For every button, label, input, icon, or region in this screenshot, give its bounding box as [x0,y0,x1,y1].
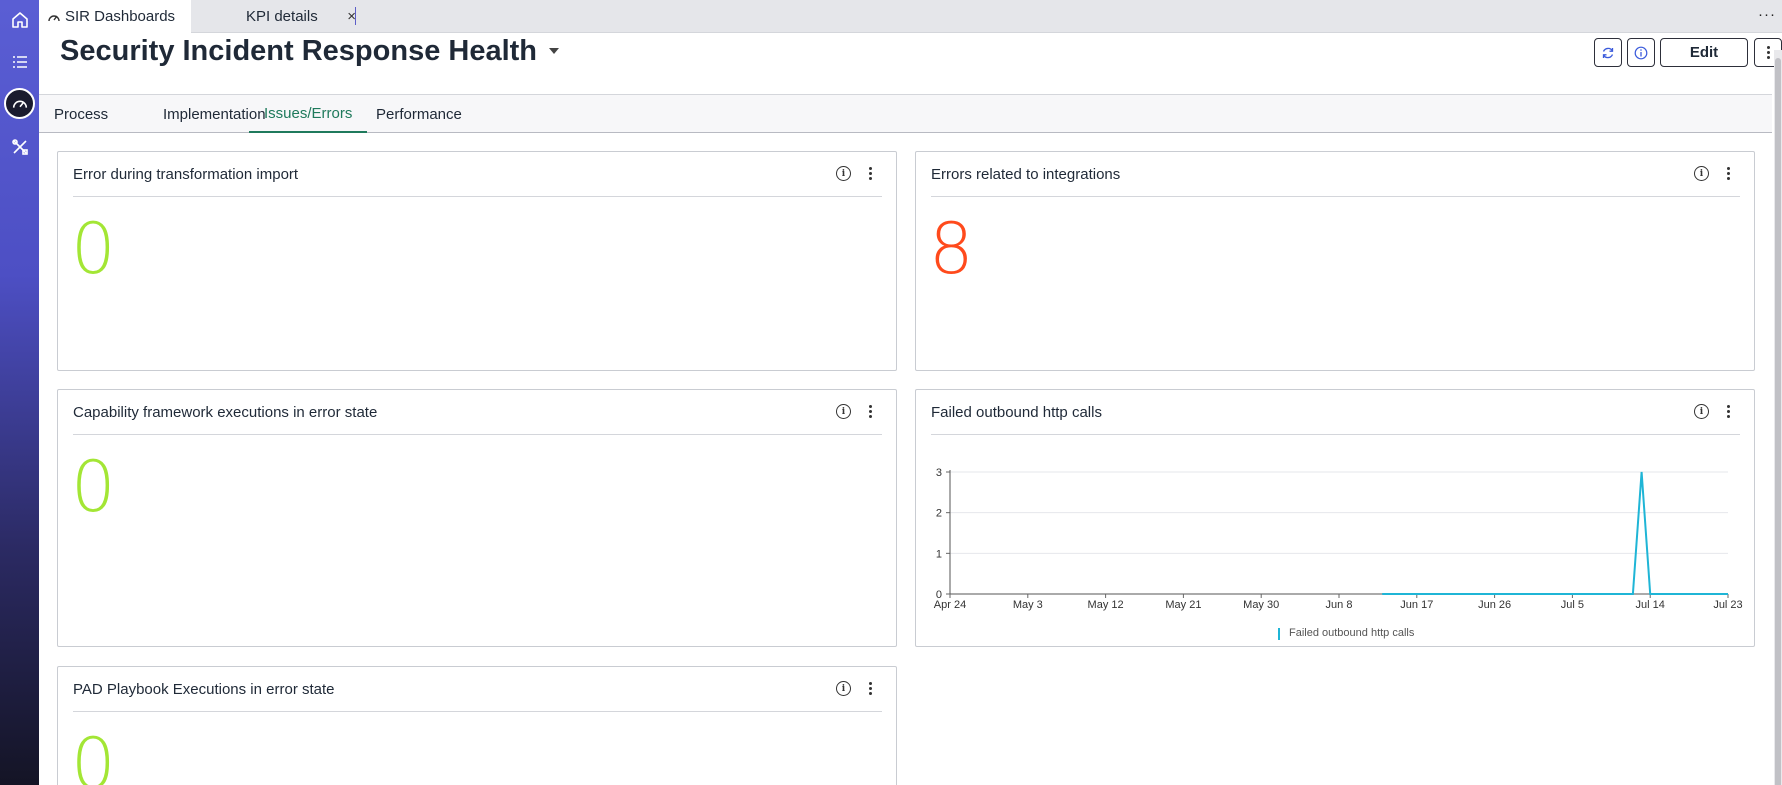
app-root: SIR Dashboards KPI details × ··· Securit… [0,0,1782,785]
info-icon [1634,46,1648,59]
dashboard-gauge-icon[interactable] [4,88,35,119]
x-tick-label: Jul 5 [1561,599,1584,611]
score-value[interactable]: 0 [71,729,116,785]
kebab-icon[interactable] [1721,166,1736,181]
kebab-icon[interactable] [1721,404,1736,419]
x-tick-label: Apr 24 [934,599,966,611]
info-icon[interactable]: i [1694,404,1709,419]
card-header: PAD Playbook Executions in error state i [73,667,882,712]
card-title: Capability framework executions in error… [73,403,378,421]
card-header: Capability framework executions in error… [73,390,882,435]
score-value[interactable]: 8 [929,214,974,284]
card-header: Errors related to integrations i [931,152,1740,197]
gauge-icon [48,14,60,21]
x-tick-label: Jun 17 [1400,599,1433,611]
refresh-button[interactable] [1594,38,1622,67]
tab-label: SIR Dashboards [65,8,176,25]
page-title[interactable]: Security Incident Response Health [60,33,560,69]
home-icon[interactable] [4,4,35,35]
info-icon[interactable]: i [836,166,851,181]
card-title: PAD Playbook Executions in error state [73,680,335,698]
x-tick-label: May 30 [1243,599,1279,611]
page-title-text: Security Incident Response Health [60,34,538,67]
dashboard-tabs: Process Implementation Issues/Errors Per… [39,95,1772,133]
left-nav-rail [0,0,39,785]
refresh-icon [1602,47,1614,58]
x-tick-label: Jun 8 [1326,599,1353,611]
card-header: Failed outbound http calls i [931,390,1740,435]
tab-kpi-details[interactable]: KPI details × [206,0,356,33]
kebab-icon[interactable] [863,166,878,181]
x-tick-label: May 12 [1088,599,1124,611]
browser-tab-bar: SIR Dashboards KPI details × ··· [39,0,1782,33]
kebab-icon[interactable] [863,681,878,696]
x-tick-label: May 21 [1165,599,1201,611]
line-chart[interactable]: 0123Apr 24 May 3 May 12 May 21 May 30 Jun 8 Ju… [926,442,1746,642]
legend-label: Failed outbound http calls [1289,627,1415,639]
tab-sir-dashboards[interactable]: SIR Dashboards [39,0,191,33]
tab-issues-errors[interactable]: Issues/Errors [249,95,368,133]
card-pad-playbook-errors: PAD Playbook Executions in error state i… [57,666,897,785]
tab-process[interactable]: Process [39,95,123,133]
card-failed-outbound-http-calls: Failed outbound http calls i 0 1 2 3 Apr 24 M… [915,389,1755,647]
y-tick-label: 1 [936,548,942,560]
card-title: Error during transformation import [73,165,299,183]
info-icon[interactable]: i [836,681,851,696]
score-value[interactable]: 0 [71,452,116,522]
x-tick-label: May 3 [1013,599,1043,611]
info-button[interactable] [1627,38,1655,67]
x-tick-label: Jun 26 [1478,599,1511,611]
scrollbar-thumb[interactable] [1775,58,1781,785]
tab-separator [355,7,356,25]
card-title: Errors related to integrations [931,165,1121,183]
tab-label: KPI details [246,8,318,25]
chart-container: 0 1 2 3 Apr 24 May 3 May 12 May 21 May 30 Jun 8 Ju… [926,442,1746,647]
more-menu-icon[interactable]: ··· [1758,6,1776,23]
tools-icon[interactable] [4,131,35,162]
list-icon[interactable] [4,46,35,77]
series-line [1382,471,1728,595]
edit-button[interactable]: Edit [1660,38,1748,67]
info-icon[interactable]: i [1694,166,1709,181]
tab-performance[interactable]: Performance [361,95,477,133]
page-scrollbar[interactable] [1774,50,1782,785]
card-title: Failed outbound http calls [931,403,1102,421]
card-capability-framework-errors: Capability framework executions in error… [57,389,897,647]
x-tick-label: Jul 14 [1636,599,1665,611]
card-header: Error during transformation import i [73,152,882,197]
y-tick-label: 2 [936,508,942,520]
y-tick-label: 3 [936,467,942,479]
score-value[interactable]: 0 [71,214,116,284]
kebab-icon[interactable] [863,404,878,419]
x-tick-label: Jul 23 [1713,599,1742,611]
chevron-down-icon[interactable] [549,48,560,54]
card-transformation-import-errors: Error during transformation import i 0 [57,151,897,371]
card-integration-errors: Errors related to integrations i 8 [915,151,1755,371]
info-icon[interactable]: i [836,404,851,419]
